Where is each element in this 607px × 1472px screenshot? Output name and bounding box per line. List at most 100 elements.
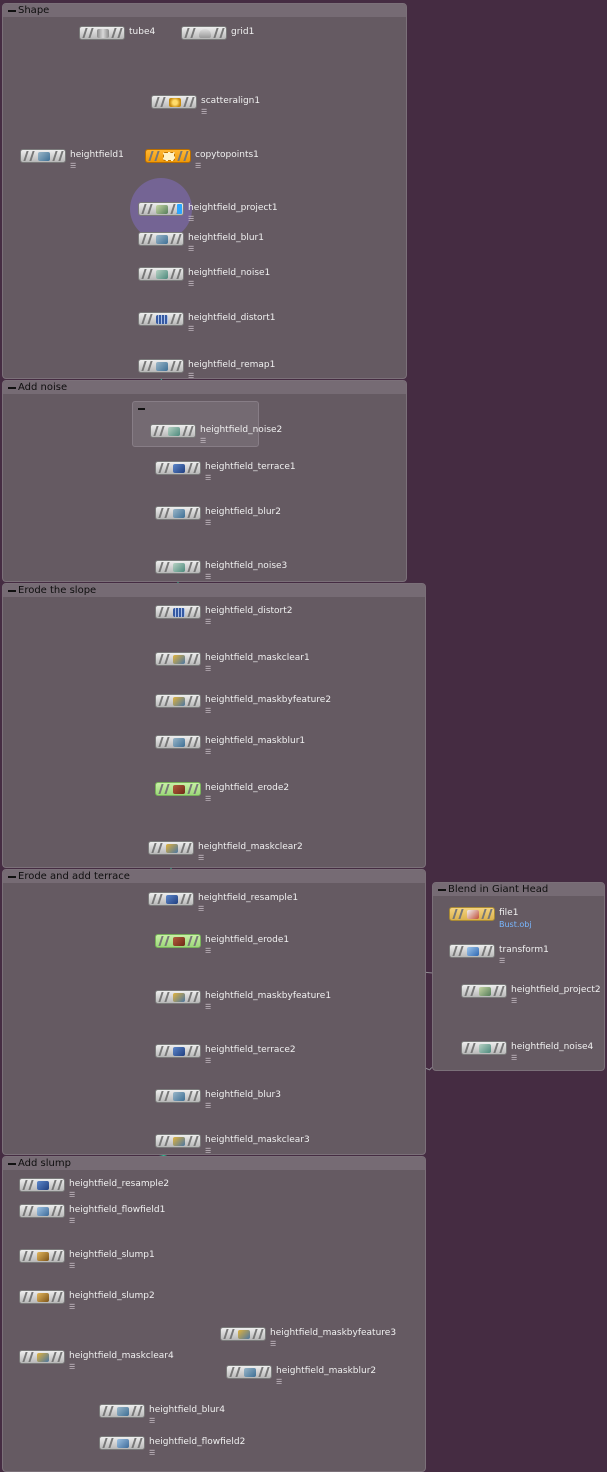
node-info-icon[interactable]: ☰	[499, 957, 505, 965]
node-flag-slot[interactable]	[158, 992, 164, 1002]
node-info-icon[interactable]: ☰	[270, 1340, 276, 1348]
node-flag-slot[interactable]	[177, 151, 183, 161]
node-flag-slot[interactable]	[187, 784, 193, 794]
node-info-icon[interactable]: ☰	[511, 997, 517, 1005]
node-slump2[interactable]: heightfield_slump2 ☰	[19, 1290, 225, 1311]
node-flag-slot[interactable]	[22, 1352, 28, 1362]
node-flag-slot[interactable]	[193, 607, 199, 617]
node-body[interactable]	[461, 1041, 507, 1055]
node-flag-slot[interactable]	[51, 1180, 57, 1190]
node-maskblur2[interactable]: heightfield_maskblur2 ☰	[226, 1365, 432, 1386]
node-slump1[interactable]: heightfield_slump1 ☰	[19, 1249, 225, 1270]
node-body[interactable]	[155, 735, 201, 749]
node-flag-slot[interactable]	[164, 936, 170, 946]
node-flag-slot[interactable]	[193, 784, 199, 794]
node-flag-slot[interactable]	[141, 269, 147, 279]
node-flag-slot[interactable]	[481, 909, 487, 919]
node-flag-slot[interactable]	[182, 426, 188, 436]
node-flag-slot[interactable]	[176, 269, 182, 279]
node-body[interactable]	[138, 267, 184, 281]
node-body[interactable]	[79, 26, 125, 40]
node-flag-slot[interactable]	[158, 654, 164, 664]
node-flag-slot[interactable]	[52, 151, 58, 161]
node-maskclear1[interactable]: heightfield_maskclear1 ☰	[155, 652, 361, 673]
node-flag-slot[interactable]	[187, 1136, 193, 1146]
node-flag-slot[interactable]	[151, 843, 157, 853]
node-flag-slot[interactable]	[148, 151, 154, 161]
node-flag-slot[interactable]	[51, 1292, 57, 1302]
node-flag-slot[interactable]	[57, 1251, 63, 1261]
node-flag-slot[interactable]	[193, 992, 199, 1002]
node-body[interactable]	[19, 1178, 65, 1192]
node-flag-slot[interactable]	[464, 1043, 470, 1053]
node-flag-slot[interactable]	[193, 1046, 199, 1056]
node-flag-slot[interactable]	[193, 463, 199, 473]
node-project1[interactable]: heightfield_project1 ☰	[138, 202, 344, 223]
node-body[interactable]	[99, 1436, 145, 1450]
node-flag-slot[interactable]	[180, 894, 186, 904]
node-info-icon[interactable]: ☰	[205, 1147, 211, 1155]
node-body[interactable]	[220, 1327, 266, 1341]
node-flag-slot[interactable]	[159, 426, 165, 436]
node-flag-slot[interactable]	[187, 936, 193, 946]
node-flag-slot[interactable]	[157, 894, 163, 904]
node-flag-slot[interactable]	[464, 986, 470, 996]
node-flag-slot[interactable]	[164, 737, 170, 747]
node-flag-slot[interactable]	[158, 936, 164, 946]
node-flag-slot[interactable]	[164, 992, 170, 1002]
node-info-icon[interactable]: ☰	[205, 474, 211, 482]
node-body[interactable]	[155, 652, 201, 666]
node-info-icon[interactable]: ☰	[198, 854, 204, 862]
node-info-icon[interactable]: ☰	[205, 1057, 211, 1065]
node-flag-slot[interactable]	[190, 28, 196, 38]
collapse-icon[interactable]	[8, 590, 16, 592]
node-info-icon[interactable]: ☰	[70, 162, 76, 170]
node-flag-slot[interactable]	[51, 1251, 57, 1261]
node-body[interactable]	[155, 934, 201, 948]
node-body[interactable]	[19, 1249, 65, 1263]
node-flag-slot[interactable]	[164, 784, 170, 794]
node-flag-slot[interactable]	[187, 737, 193, 747]
node-body[interactable]	[145, 149, 191, 163]
node-info-icon[interactable]: ☰	[276, 1378, 282, 1386]
node-flag-slot[interactable]	[184, 28, 190, 38]
node-flag-slot[interactable]	[164, 654, 170, 664]
node-maskbyfeature1[interactable]: heightfield_maskbyfeature1 ☰	[155, 990, 361, 1011]
node-body[interactable]	[155, 461, 201, 475]
node-flag-slot[interactable]	[154, 151, 160, 161]
node-flag-slot[interactable]	[28, 1292, 34, 1302]
node-flag-slot[interactable]	[164, 562, 170, 572]
node-flag-slot[interactable]	[28, 1180, 34, 1190]
node-info-icon[interactable]: ☰	[188, 325, 194, 333]
node-flag-slot[interactable]	[57, 1180, 63, 1190]
node-flag-slot[interactable]	[158, 1046, 164, 1056]
node-flag-slot[interactable]	[158, 737, 164, 747]
node-flag-slot[interactable]	[22, 1206, 28, 1216]
node-flag-slot[interactable]	[499, 1043, 505, 1053]
node-file1[interactable]: file1 Bust.obj	[449, 907, 607, 929]
node-flag-slot[interactable]	[147, 361, 153, 371]
collapse-icon[interactable]	[138, 408, 145, 410]
node-flag-slot[interactable]	[470, 1043, 476, 1053]
node-info-icon[interactable]: ☰	[69, 1217, 75, 1225]
node-flag-slot[interactable]	[229, 1367, 235, 1377]
node-noise1[interactable]: heightfield_noise1 ☰	[138, 267, 344, 288]
node-flag-slot[interactable]	[164, 1046, 170, 1056]
node-flag-slot[interactable]	[137, 1406, 143, 1416]
node-flag-slot[interactable]	[187, 1091, 193, 1101]
node-info-icon[interactable]: ☰	[205, 618, 211, 626]
node-info-icon[interactable]: ☰	[205, 795, 211, 803]
node-flag-slot[interactable]	[187, 508, 193, 518]
node-flag-slot[interactable]	[23, 151, 29, 161]
node-blur3[interactable]: heightfield_blur3 ☰	[155, 1089, 361, 1110]
node-flag-slot[interactable]	[186, 843, 192, 853]
node-flag-slot[interactable]	[160, 97, 166, 107]
node-info-icon[interactable]: ☰	[201, 108, 207, 116]
node-flag-slot[interactable]	[147, 234, 153, 244]
node-flag-slot[interactable]	[193, 654, 199, 664]
node-maskclear4[interactable]: heightfield_maskclear4 ☰	[19, 1350, 225, 1371]
node-flag-slot[interactable]	[158, 696, 164, 706]
node-noise2[interactable]: heightfield_noise2 ☰	[150, 424, 356, 445]
node-flag-slot[interactable]	[58, 151, 64, 161]
node-distort1[interactable]: heightfield_distort1 ☰	[138, 312, 344, 333]
